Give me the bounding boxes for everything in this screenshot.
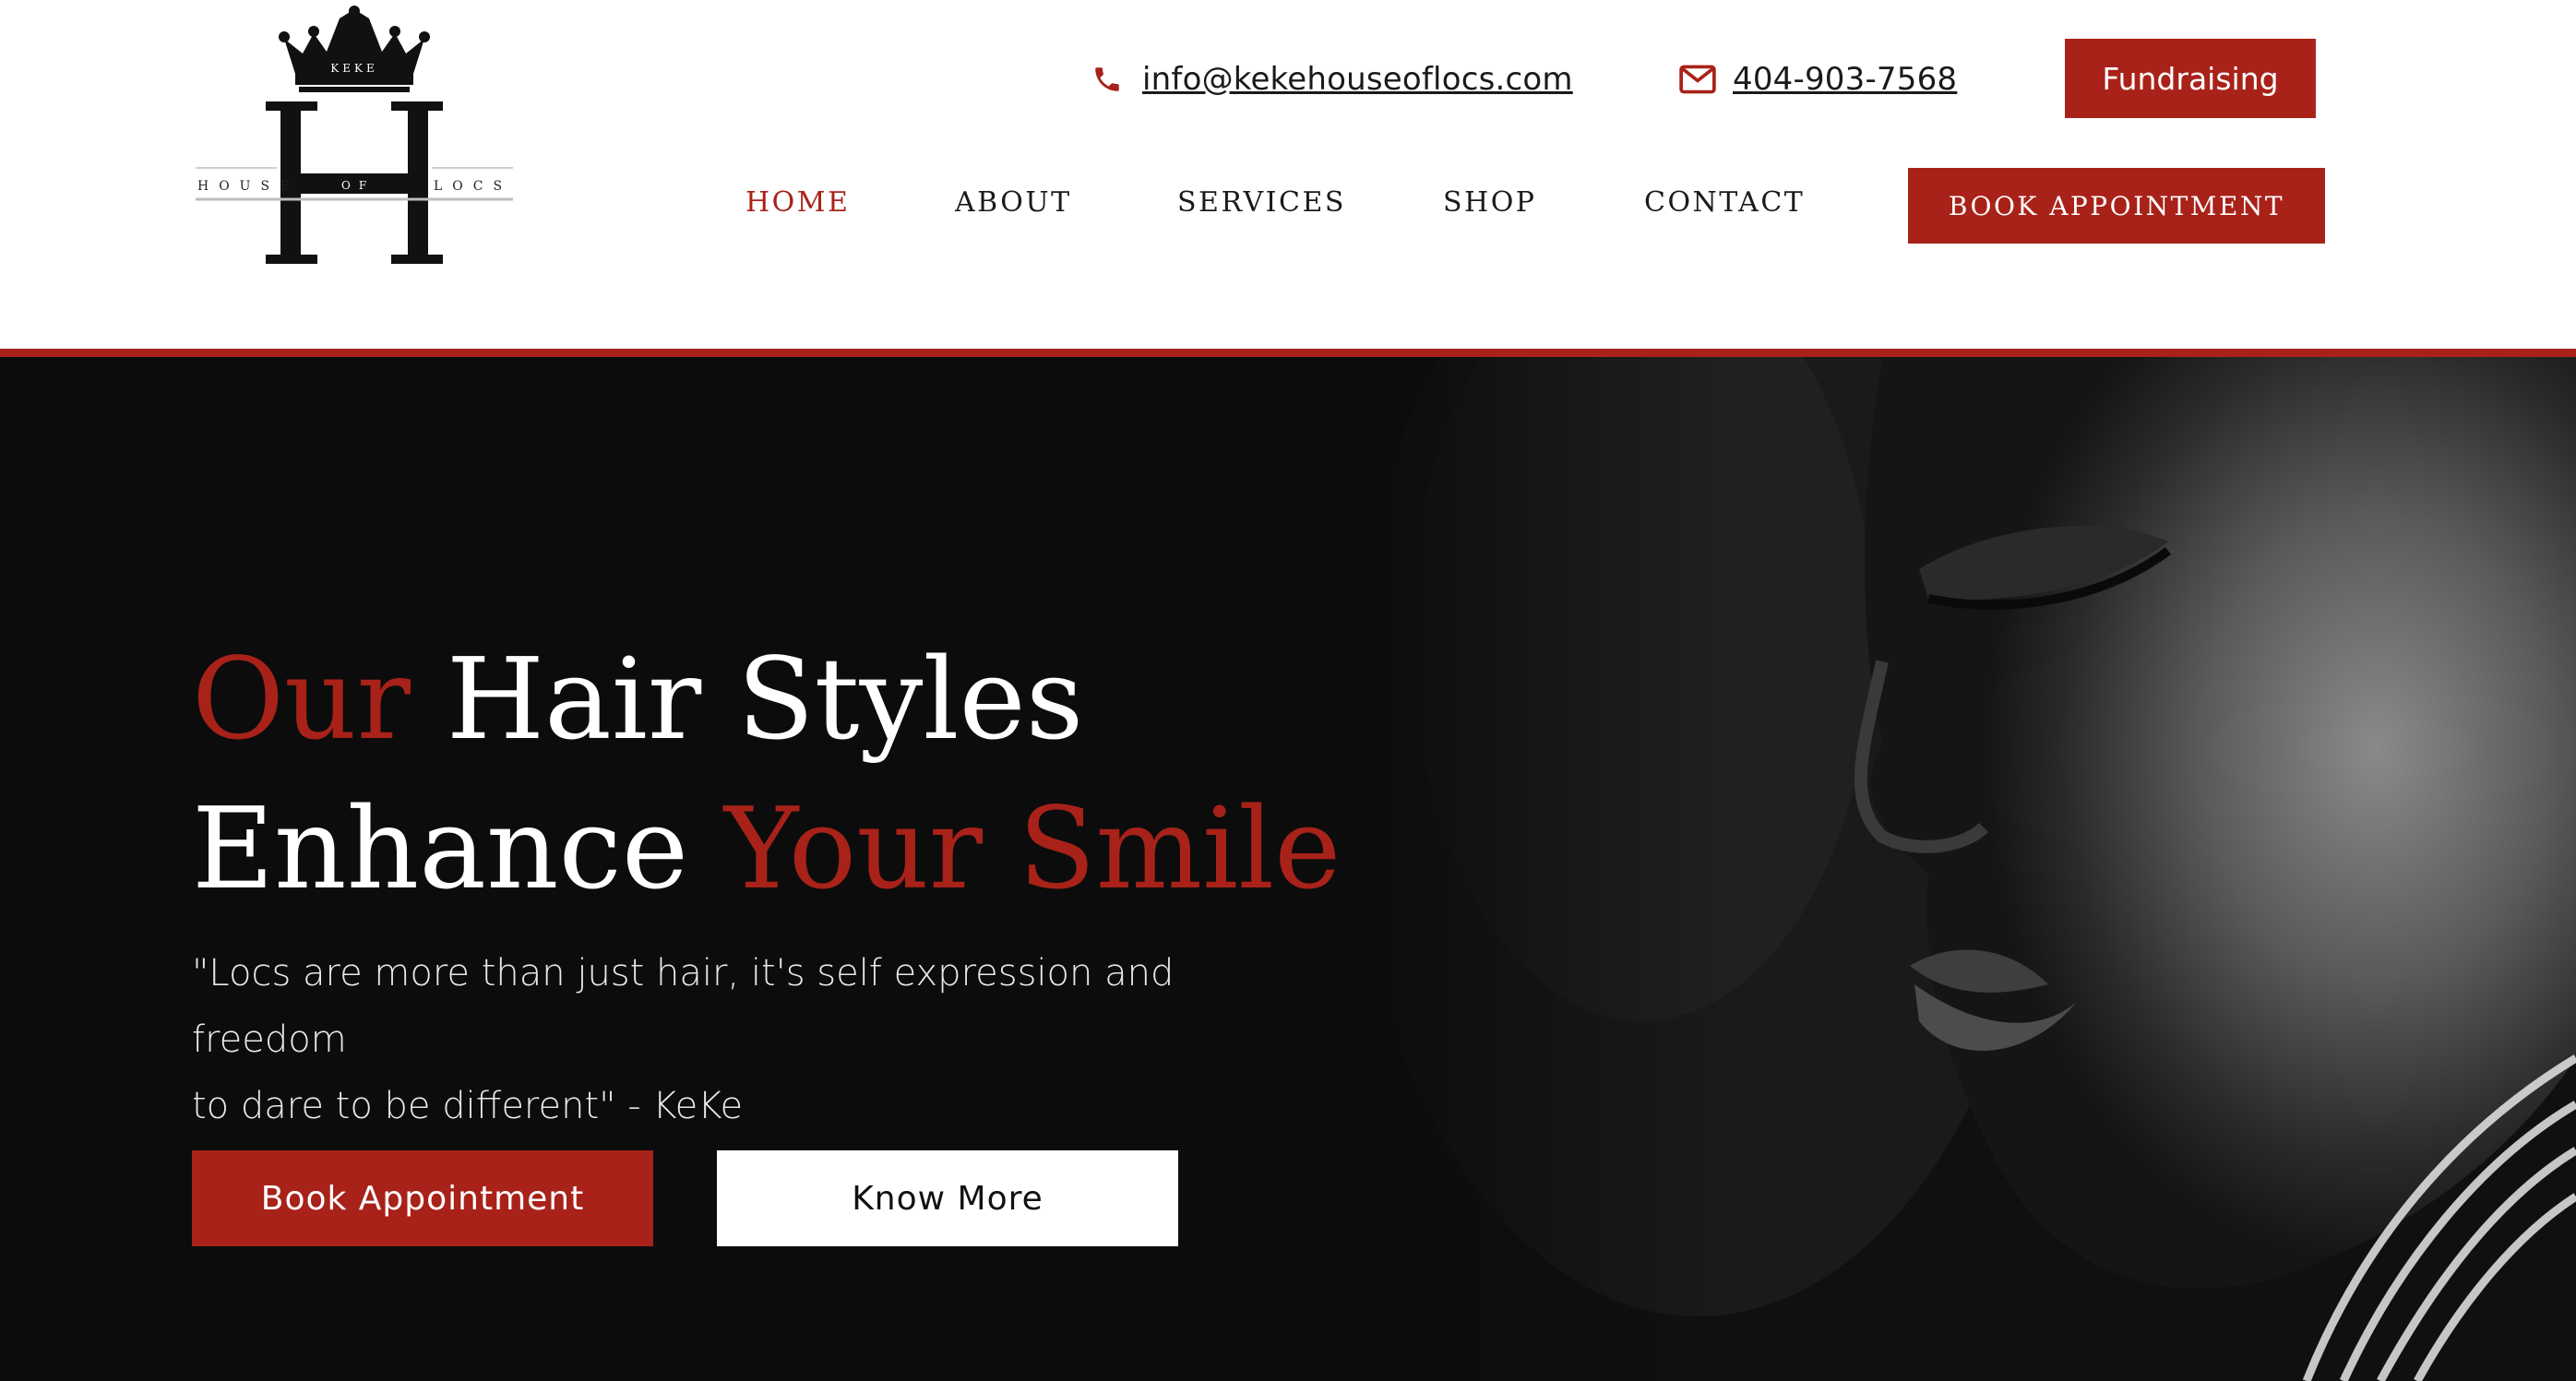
hero-quote: "Locs are more than just hair, it's self… [192, 940, 1336, 1139]
quote-line-1: "Locs are more than just hair, it's self… [192, 952, 1175, 1061]
svg-text:LOCS: LOCS [434, 179, 512, 194]
hero-know-more-button[interactable]: Know More [717, 1150, 1178, 1246]
fundraising-button[interactable]: Fundraising [2065, 39, 2316, 118]
header-divider [0, 349, 2576, 357]
envelope-icon [1679, 61, 1716, 98]
page: KEKE HOUSE OF LOCS info@kekehouseoflocs.… [0, 0, 2576, 1381]
headline-enhance: Enhance [192, 783, 724, 914]
hero-portrait-image [1366, 357, 2576, 1381]
contact-email-link[interactable]: info@kekehouseoflocs.com [1089, 57, 1573, 101]
phone-icon [1089, 61, 1126, 98]
book-appointment-nav-button[interactable]: BOOK APPOINTMENT [1908, 168, 2325, 244]
headline-our: Our [192, 634, 411, 765]
headline-hair-styles: Hair Styles [410, 634, 1084, 765]
site-logo[interactable]: KEKE HOUSE OF LOCS [192, 6, 517, 269]
nav-services[interactable]: SERVICES [1177, 175, 1346, 231]
hero-book-appointment-button[interactable]: Book Appointment [192, 1150, 653, 1246]
logo-image: KEKE HOUSE OF LOCS [196, 6, 513, 264]
svg-text:OF: OF [341, 179, 375, 192]
nav-shop[interactable]: SHOP [1443, 175, 1537, 231]
svg-text:HOUSE: HOUSE [197, 179, 299, 194]
nav-about[interactable]: ABOUT [955, 175, 1072, 231]
site-header: KEKE HOUSE OF LOCS info@kekehouseoflocs.… [0, 0, 2576, 349]
contact-phone-text: 404-903-7568 [1733, 61, 1958, 98]
nav-home[interactable]: HOME [745, 175, 850, 231]
nav-contact[interactable]: CONTACT [1644, 175, 1805, 231]
quote-line-2: to dare to be different" - KeKe [192, 1085, 744, 1127]
hero-section: Our Hair Styles Enhance Your Smile "Locs… [0, 357, 2576, 1381]
contact-phone-link[interactable]: 404-903-7568 [1679, 57, 1957, 101]
hero-headline: Our Hair Styles Enhance Your Smile [192, 625, 1391, 923]
headline-your-smile: Your Smile [723, 783, 1342, 914]
svg-text:KEKE: KEKE [330, 62, 377, 75]
contact-email-text: info@kekehouseoflocs.com [1142, 61, 1573, 98]
